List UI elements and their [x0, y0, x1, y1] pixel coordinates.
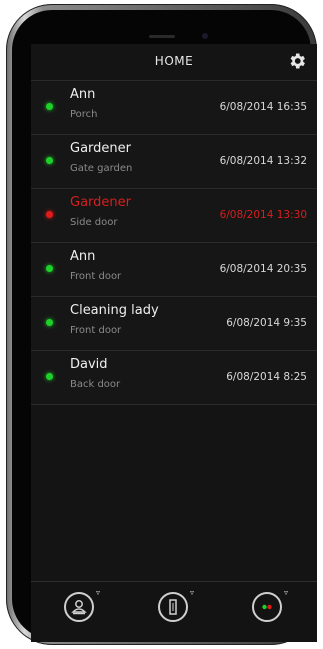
page-title: HOME [154, 54, 194, 68]
door-icon [169, 599, 177, 615]
event-person: Ann [70, 249, 96, 264]
person-badge-icon [71, 600, 87, 615]
door-button[interactable]: ▿ [158, 588, 194, 622]
event-row-alarm[interactable]: Gardener Side door 6/08/2014 13:30 [31, 188, 317, 242]
status-dot-icon [46, 265, 53, 272]
event-time: 6/08/2014 13:30 [219, 209, 307, 221]
chevron-down-icon: ▿ [283, 588, 288, 597]
event-location: Back door [70, 379, 121, 390]
event-row[interactable]: Ann Front door 6/08/2014 20:35 [31, 242, 317, 296]
phone-camera [202, 33, 208, 39]
chevron-down-icon: ▿ [95, 588, 100, 597]
event-location: Front door [70, 271, 122, 282]
event-person: Gardener [70, 195, 131, 210]
event-row[interactable]: Gardener Gate garden 6/08/2014 13:32 [31, 134, 317, 188]
app-screen: HOME Ann Porch 6/08/2014 16:35 Gardener … [31, 44, 317, 642]
event-person: Gardener [70, 141, 131, 156]
alarm-dot-icon [46, 211, 53, 218]
person-badge-button[interactable]: ▿ [64, 588, 100, 622]
event-location: Side door [70, 217, 118, 228]
event-list: Ann Porch 6/08/2014 16:35 Gardener Gate … [31, 80, 317, 405]
phone-speaker [149, 35, 175, 38]
event-time: 6/08/2014 9:35 [226, 317, 307, 329]
event-time: 6/08/2014 20:35 [219, 263, 307, 275]
status-dots-button[interactable]: ▿ [252, 588, 288, 622]
event-person: Cleaning lady [70, 303, 159, 318]
event-location: Porch [70, 109, 98, 120]
event-location: Gate garden [70, 163, 133, 174]
event-row[interactable]: Ann Porch 6/08/2014 16:35 [31, 80, 317, 134]
event-time: 6/08/2014 16:35 [219, 101, 307, 113]
bottom-toolbar: ▿ ▿ ▿ [31, 581, 317, 642]
event-time: 6/08/2014 13:32 [219, 155, 307, 167]
status-dots-icon [262, 604, 272, 610]
status-dot-icon [46, 103, 53, 110]
event-row[interactable]: Cleaning lady Front door 6/08/2014 9:35 [31, 296, 317, 350]
app-header: HOME [31, 44, 317, 80]
event-person: David [70, 357, 108, 372]
status-dot-icon [46, 373, 53, 380]
chevron-down-icon: ▿ [189, 588, 194, 597]
status-dot-icon [46, 157, 53, 164]
event-row[interactable]: David Back door 6/08/2014 8:25 [31, 350, 317, 405]
event-location: Front door [70, 325, 122, 336]
event-person: Ann [70, 87, 96, 102]
event-time: 6/08/2014 8:25 [226, 371, 307, 383]
status-dot-icon [46, 319, 53, 326]
gear-icon[interactable] [287, 51, 307, 71]
